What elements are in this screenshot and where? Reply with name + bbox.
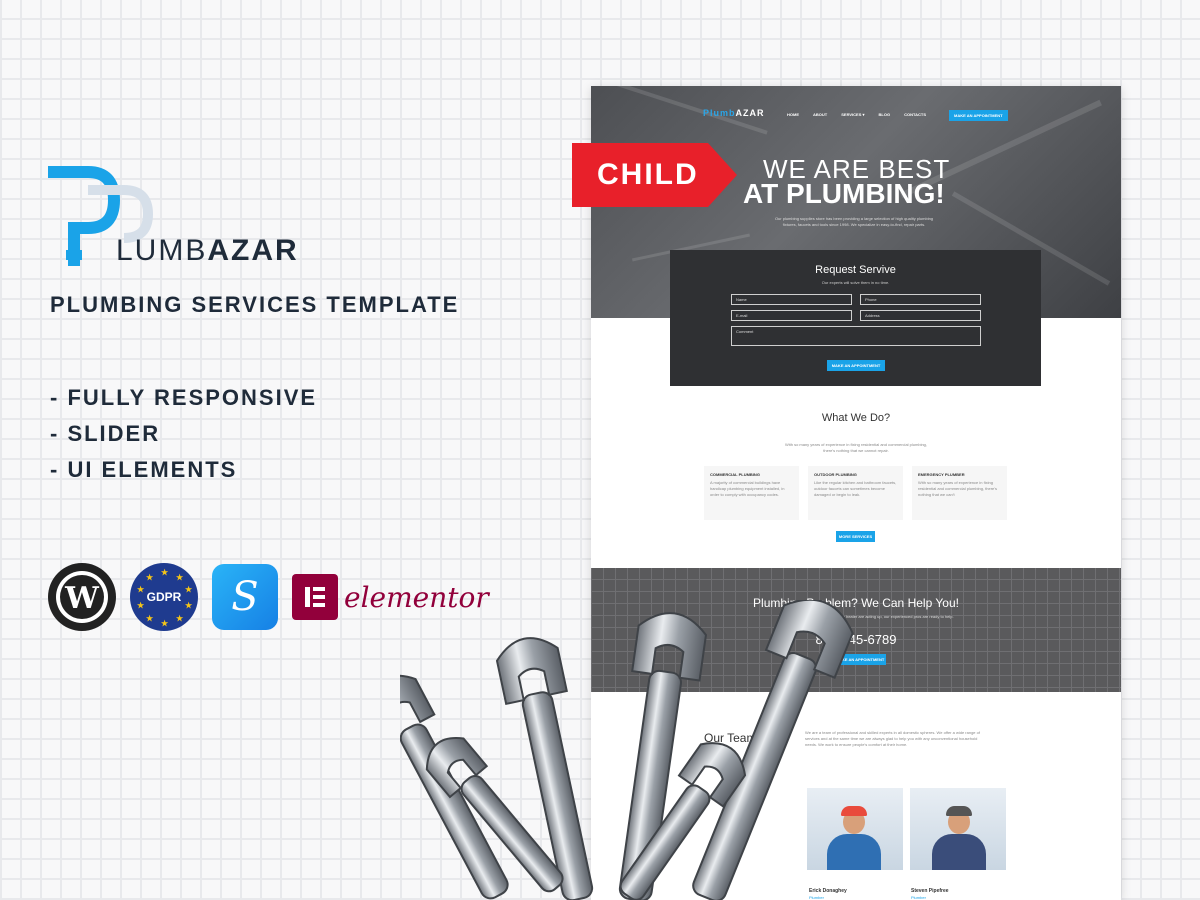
nav-item-contacts[interactable]: CONTACTS xyxy=(904,112,926,117)
gdpr-badge-icon: ★ ★ ★ ★ ★ ★ ★ ★ ★ ★ GDPR xyxy=(130,563,198,631)
feature-item: - SLIDER xyxy=(50,421,161,446)
gdpr-label: GDPR xyxy=(146,590,182,604)
preview-logo[interactable]: PlumbAZAR xyxy=(703,108,765,118)
wrenches-icon xyxy=(400,600,854,900)
feature-list: - FULLY RESPONSIVE - SLIDER - UI ELEMENT… xyxy=(50,380,317,488)
tagline: PLUMBING SERVICES TEMPLATE xyxy=(50,292,460,317)
brand-name-part1: LUMB xyxy=(116,234,208,267)
child-label: CHILD xyxy=(597,158,699,191)
comment-field[interactable]: Comment xyxy=(731,326,981,346)
service-title: COMMERCIAL PLUMBING xyxy=(710,472,760,477)
preview-menu: HOME ABOUT SERVICES ▾ BLOG CONTACTS xyxy=(787,112,926,117)
form-subtitle: Our experts will solve them in no time. xyxy=(821,280,890,285)
service-text: Like the regular kitchen and bathroom fa… xyxy=(814,480,897,497)
brand-name-part2: AZAR xyxy=(207,234,299,267)
wordpress-icon: W xyxy=(48,563,116,631)
service-card[interactable]: COMMERCIAL PLUMBING A majority of commer… xyxy=(704,466,799,520)
what-we-do-title: What We Do? xyxy=(821,412,891,424)
feature-item: - FULLY RESPONSIVE xyxy=(50,385,318,410)
superbuilder-icon: S xyxy=(212,564,278,630)
team-photo xyxy=(910,788,1006,870)
service-text: With so many years of experience in fixi… xyxy=(918,480,998,497)
preview-logo-part1: Plumb xyxy=(703,108,736,118)
preview-nav: PlumbAZAR HOME ABOUT SERVICES ▾ BLOG CON… xyxy=(591,108,1121,124)
nav-item-home[interactable]: HOME xyxy=(787,112,799,117)
svg-text:W: W xyxy=(64,581,100,616)
name-field[interactable]: Name xyxy=(731,294,852,305)
service-title: OUTDOOR PLUMBING xyxy=(814,472,857,477)
nav-appointment-button[interactable]: MAKE AN APPOINTMENT xyxy=(949,110,1008,121)
phone-field[interactable]: Phone xyxy=(860,294,981,305)
email-field[interactable]: E-mail xyxy=(731,310,852,321)
elementor-icon xyxy=(292,574,338,620)
service-text: A majority of commercial buildings have … xyxy=(710,480,785,497)
service-title: EMERGENCY PLUMBER xyxy=(918,472,965,477)
brand-logo: LUMBAZAR xyxy=(48,166,348,271)
more-services-button[interactable]: MORE SERVICES xyxy=(836,531,875,542)
hero-title-line2: AT PLUMBING! xyxy=(743,178,945,209)
service-card[interactable]: EMERGENCY PLUMBER With so many years of … xyxy=(912,466,1007,520)
form-submit-button[interactable]: MAKE AN APPOINTMENT xyxy=(827,360,885,371)
nav-item-about[interactable]: ABOUT xyxy=(813,112,827,117)
what-we-do-subtitle: With so many years of experience in fixi… xyxy=(784,442,928,453)
child-theme-tag: CHILD xyxy=(572,143,737,207)
brand-name: LUMBAZAR xyxy=(116,234,299,268)
nav-item-services[interactable]: SERVICES ▾ xyxy=(841,112,864,117)
preview-logo-part2: AZAR xyxy=(735,108,765,118)
service-card[interactable]: OUTDOOR PLUMBING Like the regular kitche… xyxy=(808,466,903,520)
feature-item: - UI ELEMENTS xyxy=(50,457,238,482)
form-title: Request Servive xyxy=(815,264,896,276)
request-form: Request Servive Our experts will solve t… xyxy=(670,250,1041,386)
address-field[interactable]: Address xyxy=(860,310,981,321)
nav-item-blog[interactable]: BLOG xyxy=(879,112,891,117)
hero-subtitle: Our plumbing supplies store has been pro… xyxy=(774,216,934,227)
